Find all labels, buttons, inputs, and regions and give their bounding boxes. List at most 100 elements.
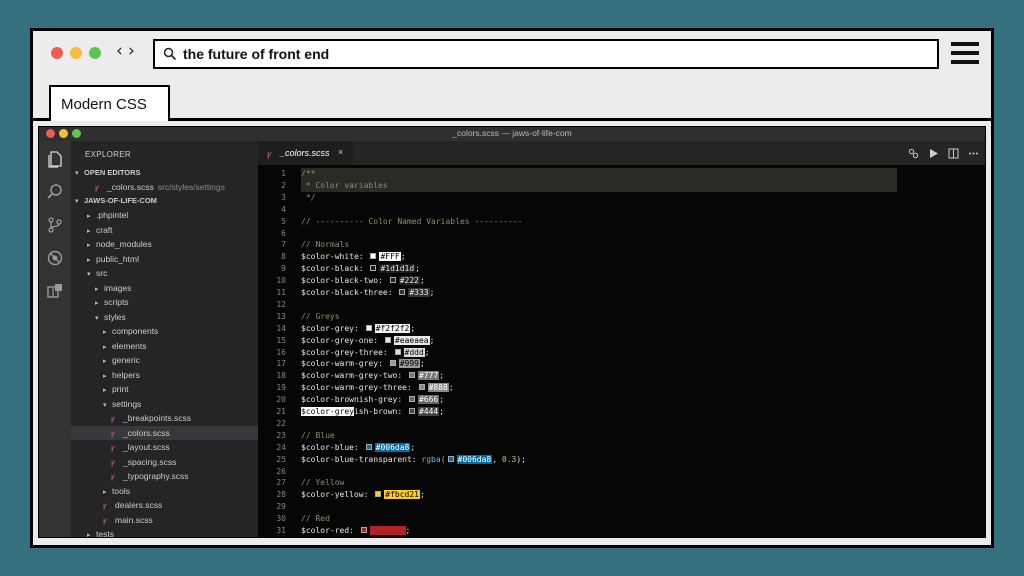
code-line[interactable]: $color-blue: #006da8; xyxy=(301,442,415,454)
tree-file[interactable]: ꝩ dealers.scss xyxy=(71,498,258,512)
project-section[interactable]: ▾ JAWS-OF-LIFE-COM xyxy=(71,194,258,208)
source-control-icon[interactable] xyxy=(46,216,64,234)
debug-icon[interactable] xyxy=(46,249,64,267)
open-editor-item[interactable]: ꝩ _colors.scss src/styles/settings xyxy=(71,180,258,194)
tree-folder[interactable]: ▾ src xyxy=(71,266,258,280)
code-line[interactable]: $color-black: #1d1d1d; xyxy=(301,263,420,275)
project-label: JAWS-OF-LIFE-COM xyxy=(84,196,157,205)
code-line[interactable]: $color-yellow: #fbcd21; xyxy=(301,489,425,501)
color-value: #006da8 xyxy=(374,442,411,452)
color-swatch[interactable] xyxy=(370,253,377,260)
tree-folder[interactable]: ▸ node_modules xyxy=(71,237,258,251)
tree-file[interactable]: ꝩ _colors.scss xyxy=(71,425,258,440)
back-arrow-icon[interactable]: ‹ xyxy=(116,41,123,61)
code-line[interactable]: $color-grey-three: #ddd; xyxy=(301,347,430,359)
code-line[interactable]: // Red xyxy=(301,513,330,525)
split-editor-icon[interactable] xyxy=(948,148,959,159)
tree-file[interactable]: ꝩ _breakpoints.scss xyxy=(71,411,258,425)
code-line[interactable]: $color-warm-grey-three: #888; xyxy=(301,382,454,394)
extensions-icon[interactable] xyxy=(46,282,64,300)
chevron-right-icon: ▸ xyxy=(87,226,91,235)
tree-item-label: tools xyxy=(112,485,130,496)
code-line[interactable]: $color-grey-one: #eaeaea; xyxy=(301,335,434,347)
code-token: ; xyxy=(429,335,435,345)
color-swatch[interactable] xyxy=(418,384,425,391)
tree-folder[interactable]: ▸ tests xyxy=(71,527,258,537)
code-line[interactable]: // Yellow xyxy=(301,477,344,489)
open-changes-icon[interactable] xyxy=(908,148,919,159)
minimize-window-button[interactable] xyxy=(70,47,82,59)
color-swatch[interactable] xyxy=(370,265,377,272)
color-swatch[interactable] xyxy=(408,408,415,414)
color-swatch[interactable] xyxy=(384,336,391,343)
address-bar[interactable]: the future of front end xyxy=(153,39,939,69)
run-icon[interactable] xyxy=(928,148,939,159)
code-line[interactable]: $color-greyish-brown: #444; xyxy=(301,406,444,418)
chevron-down-icon: ▾ xyxy=(87,270,91,278)
code-line[interactable]: // Greys xyxy=(301,311,340,323)
code-line[interactable]: $color-grey: #f2f2f2; xyxy=(301,323,415,335)
color-swatch[interactable] xyxy=(365,443,372,450)
color-swatch[interactable] xyxy=(365,324,372,331)
tree-folder[interactable]: ▸ elements xyxy=(71,339,258,353)
color-swatch[interactable] xyxy=(360,527,367,533)
code-line[interactable]: $color-red: #b22222; xyxy=(301,525,410,537)
line-number: 18 xyxy=(276,371,286,381)
tree-folder[interactable]: ▸ .phpintel xyxy=(71,208,258,222)
code-line[interactable]: // Blue xyxy=(301,430,335,442)
tree-file[interactable]: ꝩ _spacing.scss xyxy=(71,455,258,469)
tree-folder[interactable]: ▸ helpers xyxy=(71,368,258,382)
code-line[interactable]: /** xyxy=(301,168,897,180)
tree-folder[interactable]: ▸ public_html xyxy=(71,252,258,266)
tree-file[interactable]: ꝩ main.scss xyxy=(71,513,258,527)
tree-item-label: _colors.scss xyxy=(123,427,170,438)
tree-folder[interactable]: ▸ tools xyxy=(71,484,258,498)
code-editor[interactable]: 1 2 3 4 5 6 7 8 9 10 11 12 13 14 15 16 17 18 19 20 21 22 23 24 2… xyxy=(258,165,985,537)
tree-folder[interactable]: ▸ generic xyxy=(71,353,258,367)
code-line[interactable]: $color-warm-grey: #999; xyxy=(301,358,425,370)
code-line[interactable]: // Normals xyxy=(301,239,349,251)
search-icon[interactable] xyxy=(46,183,64,201)
color-swatch[interactable] xyxy=(389,360,396,367)
explorer-sidebar: EXPLORER ▾ OPEN EDITORS ꝩ _colors.scss src/… xyxy=(71,141,258,537)
code-line[interactable]: // ---------- Color Named Variables ----… xyxy=(301,216,523,228)
code-line[interactable]: * Color variables xyxy=(301,179,897,192)
tree-folder[interactable]: ▸ images xyxy=(71,281,258,295)
tree-file[interactable]: ꝩ _typography.scss xyxy=(71,469,258,483)
color-swatch[interactable] xyxy=(389,277,396,284)
code-token: $color-warm-grey-three: xyxy=(301,383,417,393)
color-swatch[interactable] xyxy=(399,289,406,295)
code-line[interactable]: $color-brownish-grey: #666; xyxy=(301,394,444,406)
color-swatch[interactable] xyxy=(408,396,415,403)
menu-icon[interactable] xyxy=(951,42,979,64)
tree-folder[interactable]: ▾ settings xyxy=(71,397,258,411)
browser-toolbar: ‹ › the future of front end Modern CSS xyxy=(33,31,991,121)
tree-file[interactable]: ꝩ _layout.scss xyxy=(71,440,258,454)
files-icon[interactable] xyxy=(46,150,64,168)
code-line[interactable]: $color-black-two: #222; xyxy=(301,275,425,287)
code-line[interactable]: $color-black-three: #333; xyxy=(301,287,434,299)
code-line[interactable]: $color-white: #FFF; xyxy=(301,251,406,263)
code-line[interactable]: $color-warm-grey-two: #777; xyxy=(301,370,444,382)
maximize-window-button[interactable] xyxy=(89,47,101,59)
tree-folder[interactable]: ▸ scripts xyxy=(71,295,258,309)
code-line[interactable]: $color-blue-transparent: rgba(#006da8, 0… xyxy=(301,454,526,466)
color-swatch[interactable] xyxy=(408,372,415,379)
tree-folder[interactable]: ▾ styles xyxy=(71,310,258,324)
tree-folder[interactable]: ▸ print xyxy=(71,382,258,396)
close-window-button[interactable] xyxy=(51,47,63,59)
browser-tab[interactable]: Modern CSS xyxy=(49,85,170,121)
code-token: ; xyxy=(429,288,435,297)
open-editors-section[interactable]: ▾ OPEN EDITORS xyxy=(71,166,258,180)
color-swatch[interactable] xyxy=(375,491,382,498)
editor-tab-colors[interactable]: ꝩ _colors.scss × xyxy=(258,141,353,165)
tree-folder[interactable]: ▸ craft xyxy=(71,223,258,237)
color-swatch[interactable] xyxy=(447,455,454,462)
code-line[interactable]: */ xyxy=(301,192,316,204)
color-swatch[interactable] xyxy=(394,348,401,355)
code-token: ; xyxy=(410,442,416,452)
tree-folder[interactable]: ▸ components xyxy=(71,324,258,338)
close-icon[interactable]: × xyxy=(338,147,343,157)
more-actions-icon[interactable] xyxy=(968,148,979,159)
forward-arrow-icon[interactable]: › xyxy=(128,41,135,61)
